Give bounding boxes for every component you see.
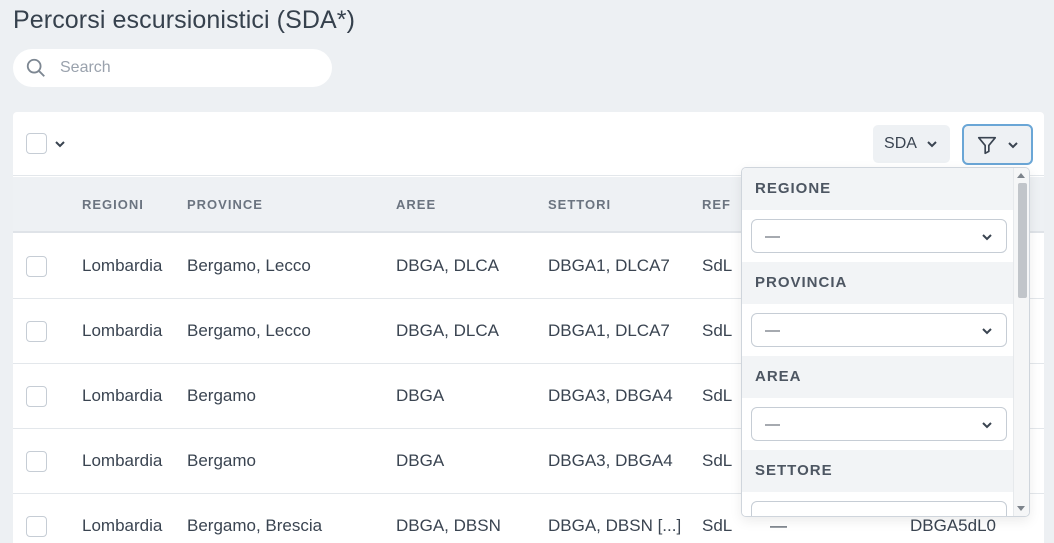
cell-regioni: Lombardia [82,256,163,275]
dropdown-scrollbar[interactable] [1013,168,1029,516]
row-checkbox[interactable] [26,451,47,472]
cell-regioni: Lombardia [82,321,163,340]
cell-province: Bergamo, Lecco [187,321,311,340]
filter-label: REGIONE [755,180,832,197]
filter-field: — [742,210,1015,262]
cell-aree: DBGA [396,451,445,470]
cell-aree: DBGA, DLCA [396,321,499,340]
select-value: — [765,227,780,245]
cell-regioni: Lombardia [82,386,163,405]
cell-extra: — [770,516,787,535]
filter-field: — [742,398,1015,450]
select-value: — [765,321,780,339]
filter-dropdown-panel: REGIONE — PROVINCIA — AREA — SETTORE [741,167,1030,517]
filter-section-settore: SETTORE [742,450,1015,492]
filter-label: PROVINCIA [755,274,848,291]
sda-dropdown-label: SDA [884,135,917,152]
row-checkbox[interactable] [26,386,47,407]
cell-settori: DBGA3, DBGA4 [548,451,673,470]
filter-section-provincia: PROVINCIA [742,262,1015,304]
cell-settori: DBGA1, DLCA7 [548,256,670,275]
cell-regioni: Lombardia [82,516,163,535]
cell-ref: SdL [702,321,733,340]
chevron-down-icon[interactable] [53,137,67,151]
cell-province: Bergamo, Lecco [187,256,311,275]
scroll-thumb[interactable] [1018,183,1027,298]
cell-province: Bergamo, Brescia [187,516,323,535]
column-header-province[interactable]: PROVINCE [187,197,263,212]
cell-province: Bergamo [187,386,256,405]
search-bar[interactable] [13,49,332,87]
area-select[interactable]: — [751,407,1007,441]
chevron-down-icon [982,422,992,429]
filter-button[interactable] [962,124,1033,165]
scroll-down-arrow-icon[interactable] [1017,506,1025,511]
cell-settori: DBGA3, DBGA4 [548,386,673,405]
provincia-select[interactable]: — [751,313,1007,347]
chevron-down-icon [982,328,992,335]
cell-ref: SdL [702,256,733,275]
column-header-ref[interactable]: REF [702,197,731,212]
filter-field: — [742,304,1015,356]
cell-ref: SdL [702,386,733,405]
cell-settori: DBGA, DBSN [...] [548,516,682,535]
cell-aree: DBGA, DLCA [396,256,499,275]
scroll-up-arrow-icon[interactable] [1017,173,1025,178]
search-icon [26,58,45,77]
cell-aree: DBGA [396,386,445,405]
cell-province: Bergamo [187,451,256,470]
chevron-down-icon [982,234,992,241]
chevron-down-icon [980,512,994,517]
sda-dropdown-button[interactable]: SDA [873,125,950,163]
column-header-regioni[interactable]: REGIONI [82,197,144,212]
filter-field: — [742,492,1015,517]
row-checkbox[interactable] [26,256,47,277]
filter-section-regione: REGIONE [742,168,1015,210]
page-title: Percorsi escursionistici (SDA*) [13,6,356,34]
cell-settori: DBGA1, DLCA7 [548,321,670,340]
column-header-aree[interactable]: AREE [396,197,436,212]
row-checkbox[interactable] [26,516,47,537]
settore-select[interactable]: — [751,501,1007,517]
select-all-checkbox[interactable] [26,133,47,154]
cell-ref: SdL [702,516,733,535]
filter-label: AREA [755,368,802,385]
row-checkbox[interactable] [26,321,47,342]
cell-extra: DBGA5dL0 [910,516,996,535]
cell-aree: DBGA, DBSN [396,516,501,535]
chevron-down-icon [927,141,937,148]
cell-ref: SdL [702,451,733,470]
select-value: — [765,510,780,517]
filter-section-area: AREA [742,356,1015,398]
chevron-down-icon [1007,141,1018,148]
regione-select[interactable]: — [751,219,1007,253]
column-header-settori[interactable]: SETTORI [548,197,611,212]
select-value: — [765,415,780,433]
cell-regioni: Lombardia [82,451,163,470]
search-input[interactable] [60,59,300,77]
filter-label: SETTORE [755,462,833,479]
filter-icon [977,136,996,154]
filter-list: REGIONE — PROVINCIA — AREA — SETTORE [742,168,1015,517]
select-all-control[interactable] [26,133,67,154]
